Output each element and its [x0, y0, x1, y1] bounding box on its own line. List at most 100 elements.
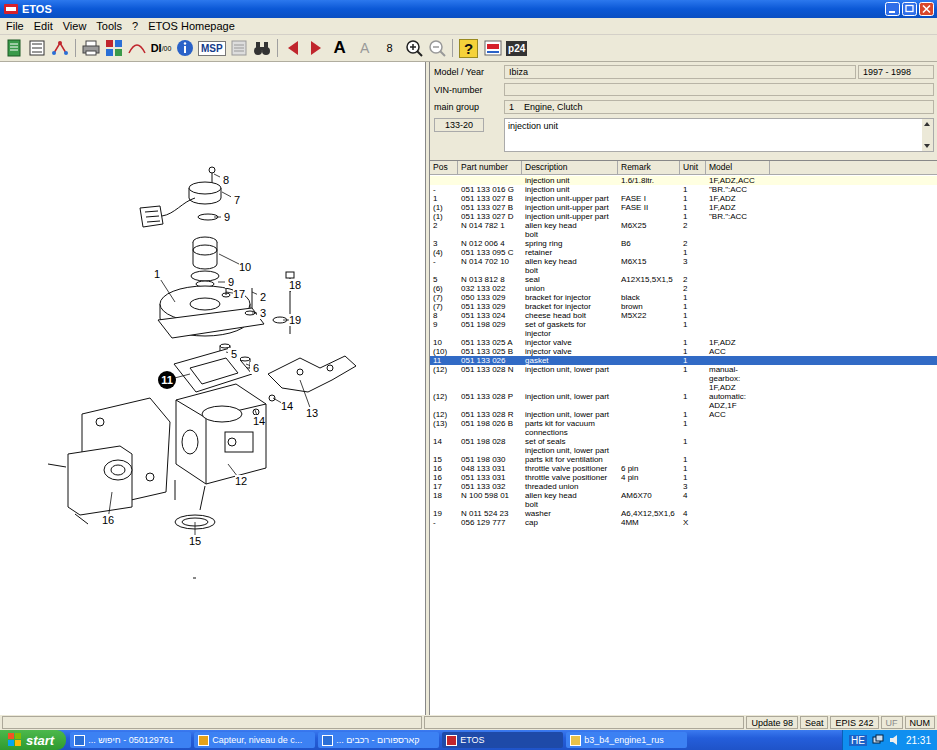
table-row[interactable]: -051 133 016 Ginjection unit1"BR.":ACC — [430, 185, 937, 194]
scrollbar[interactable] — [922, 119, 933, 151]
list-button[interactable] — [26, 37, 48, 59]
table-row[interactable]: 8051 133 024cheese head boltM5X221 — [430, 311, 937, 320]
curve-button[interactable] — [126, 37, 148, 59]
minimize-icon[interactable] — [885, 2, 900, 16]
column-header[interactable]: Description — [522, 161, 618, 175]
callout[interactable]: 14 — [281, 400, 293, 412]
column-header[interactable]: Pos — [430, 161, 458, 175]
callout[interactable]: 10 — [239, 261, 251, 273]
menu-item[interactable]: ? — [128, 20, 142, 32]
table-row[interactable]: 19N 011 524 23washerA6,4X12,5X1,64 — [430, 509, 937, 518]
table-row[interactable]: 11051 133 026gasket1 — [430, 356, 937, 365]
forward-button[interactable] — [305, 37, 327, 59]
font-smaller-button[interactable]: A — [353, 37, 377, 59]
zoom-in-button[interactable] — [403, 37, 425, 59]
callout[interactable]: 5 — [228, 348, 240, 360]
maximize-icon[interactable] — [902, 2, 917, 16]
column-header[interactable]: Remark — [618, 161, 680, 175]
table-row[interactable]: (12)051 133 028 Pinjection unit, lower p… — [430, 392, 937, 410]
table-row[interactable]: (6)032 133 022union2 — [430, 284, 937, 293]
table-row[interactable]: 1051 133 027 Binjection unit-upper partF… — [430, 194, 937, 203]
menu-item[interactable]: ETOS Homepage — [144, 20, 239, 32]
table-row[interactable]: -N 014 702 10allen key headboltM6X153 — [430, 257, 937, 275]
scroll-down-icon[interactable] — [922, 142, 932, 151]
back-button[interactable] — [282, 37, 304, 59]
table-row[interactable]: 15051 198 030parts kit for ventilation1 — [430, 455, 937, 464]
table-row[interactable]: 18N 100 598 01allen key headboltAM6X704 — [430, 491, 937, 509]
callout[interactable]: 6 — [250, 362, 262, 374]
start-button[interactable]: start — [0, 730, 66, 750]
table-row[interactable]: (7)050 133 029bracket for injectorblack1 — [430, 293, 937, 302]
table-row[interactable]: (1)051 133 027 Dinjection unit-upper par… — [430, 212, 937, 221]
help-button[interactable]: ? — [457, 37, 481, 59]
column-header[interactable]: Part number — [458, 161, 522, 175]
table-row[interactable]: -056 129 777cap4MMX — [430, 518, 937, 527]
language-indicator[interactable]: HE — [849, 735, 867, 746]
table-row[interactable]: (12)051 133 028 Ninjection unit, lower p… — [430, 365, 937, 392]
table-row[interactable]: (4)051 133 095 Cretainer1 — [430, 248, 937, 257]
tree-button[interactable] — [49, 37, 71, 59]
callout[interactable]: 9 — [225, 276, 237, 288]
table-row[interactable]: (10)051 133 025 Binjector valve1ACC — [430, 347, 937, 356]
task-button[interactable]: קארספורום - רכבים ... — [318, 732, 439, 748]
close-icon[interactable] — [919, 2, 934, 16]
network-icon[interactable] — [872, 734, 884, 746]
callout[interactable]: 8 — [220, 174, 232, 186]
arrow-right-icon — [309, 39, 323, 57]
callout[interactable]: 9 — [221, 211, 233, 223]
table-row[interactable]: 16048 133 031throttle valve positioner6 … — [430, 464, 937, 473]
column-header[interactable]: Model — [706, 161, 770, 175]
part-number-cell: 050 133 029 — [458, 293, 522, 302]
table-row[interactable]: 14051 198 028set of sealsinjection unit,… — [430, 437, 937, 455]
vin-field[interactable] — [504, 83, 934, 96]
callout[interactable]: 19 — [289, 314, 301, 326]
menu-item[interactable]: Edit — [30, 20, 57, 32]
di-button[interactable]: DI/00 — [149, 37, 173, 59]
callout[interactable]: 11 — [158, 371, 176, 389]
callout[interactable]: 13 — [306, 407, 318, 419]
table-row[interactable]: 10051 133 025 Ainjector valve11F,ADZ — [430, 338, 937, 347]
table-row[interactable]: 16051 133 031throttle valve positioner4 … — [430, 473, 937, 482]
identify-button[interactable] — [482, 37, 504, 59]
task-button[interactable]: Capteur, niveau de c... — [194, 732, 315, 748]
find-button[interactable] — [251, 37, 273, 59]
scroll-up-icon[interactable] — [922, 119, 932, 128]
callout[interactable]: 7 — [231, 194, 243, 206]
callout[interactable]: 2 — [257, 291, 269, 303]
column-header[interactable]: Unit — [680, 161, 706, 175]
overview-button[interactable] — [103, 37, 125, 59]
callout[interactable]: 15 — [189, 535, 201, 547]
info-button[interactable] — [174, 37, 196, 59]
zoom-out-button[interactable] — [426, 37, 448, 59]
search-list-button[interactable] — [228, 37, 250, 59]
table-row[interactable]: 2N 014 782 1allen key headboltM6X252 — [430, 221, 937, 239]
task-button[interactable]: 050129761 - חיפוש ... — [70, 732, 191, 748]
table-row[interactable]: 9051 198 029set of gaskets forinjector1 — [430, 320, 937, 338]
font-larger-button[interactable]: A — [328, 37, 352, 59]
callout[interactable]: 14 — [253, 415, 265, 427]
msp-button[interactable]: MSP — [197, 37, 227, 59]
table-row[interactable]: injection unit1.6/1.8ltr.1F,ADZ,ACC — [430, 176, 937, 185]
callout[interactable]: 1 — [151, 268, 163, 280]
menu-item[interactable]: View — [59, 20, 91, 32]
p24-button[interactable]: p24 — [505, 37, 529, 59]
menu-item[interactable]: File — [2, 20, 28, 32]
callout[interactable]: 18 — [289, 279, 301, 291]
callout[interactable]: 17 — [233, 288, 245, 300]
print-button[interactable] — [80, 37, 102, 59]
document-button[interactable] — [3, 37, 25, 59]
table-row[interactable]: (13)051 198 026 Bparts kit for vacuumcon… — [430, 419, 937, 437]
volume-icon[interactable] — [889, 734, 901, 746]
menu-item[interactable]: Tools — [92, 20, 126, 32]
table-row[interactable]: (7)051 133 029bracket for injectorbrown1 — [430, 302, 937, 311]
task-button[interactable]: b3_b4_engine1_rus — [566, 732, 687, 748]
table-row[interactable]: 3N 012 006 4spring ringB62 — [430, 239, 937, 248]
callout[interactable]: 16 — [102, 514, 114, 526]
callout[interactable]: 3 — [257, 307, 269, 319]
task-button[interactable]: ETOS — [442, 732, 563, 748]
callout[interactable]: 12 — [235, 475, 247, 487]
table-row[interactable]: 5N 013 812 8sealA12X15,5X1,52 — [430, 275, 937, 284]
table-row[interactable]: (1)051 133 027 Binjection unit-upper par… — [430, 203, 937, 212]
table-row[interactable]: (12)051 133 028 Rinjection unit, lower p… — [430, 410, 937, 419]
table-row[interactable]: 17051 133 032threaded union3 — [430, 482, 937, 491]
